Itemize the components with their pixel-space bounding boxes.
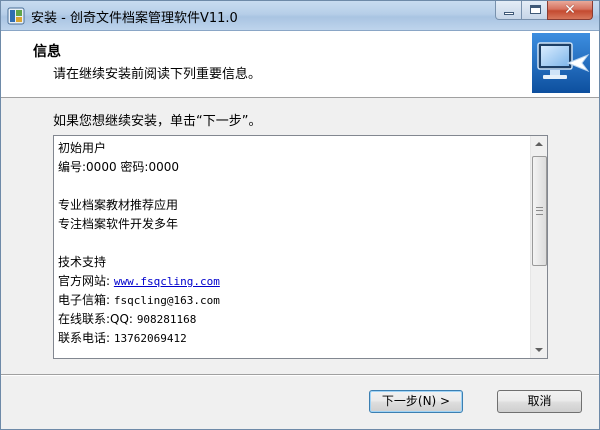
page-title: 信息 <box>33 44 61 60</box>
website-line: 官方网站: www.fsqcling.com <box>58 272 528 291</box>
contact-value: 908281168 <box>136 313 197 326</box>
website-link[interactable]: www.fsqcling.com <box>114 275 220 288</box>
footer-divider <box>1 374 599 376</box>
maximize-icon <box>530 5 541 14</box>
window-controls: ✕ <box>495 1 593 21</box>
maximize-button[interactable] <box>521 1 548 20</box>
installer-window: 安装 - 创奇文件档案管理软件V11.0 ✕ 信息 请在继续安装前阅读下列重要信… <box>0 0 600 430</box>
info-line: 技术支持 <box>58 255 107 269</box>
phone-label: 联系电话: <box>58 331 111 345</box>
window-title: 安装 - 创奇文件档案管理软件V11.0 <box>31 11 238 26</box>
email-value: fsqcling@163.com <box>113 294 220 307</box>
minimize-icon <box>504 12 514 15</box>
computer-setup-icon <box>532 33 590 93</box>
email-line: 电子信箱: fsqcling@163.com <box>58 291 528 310</box>
contact-label: 在线联系:QQ: <box>58 312 133 326</box>
installer-app-icon <box>7 7 25 25</box>
instruction-text: 如果您想继续安装，单击“下一步”。 <box>53 114 262 129</box>
minimize-button[interactable] <box>495 1 522 20</box>
phone-value: 13762069412 <box>113 332 187 345</box>
info-line: 专注档案软件开发多年 <box>58 217 179 231</box>
scroll-up-icon[interactable] <box>531 136 547 153</box>
next-button[interactable]: 下一步(N) > <box>369 390 463 413</box>
close-icon: ✕ <box>564 2 576 18</box>
info-line <box>58 234 528 253</box>
website-label: 官方网站: <box>58 274 111 288</box>
scroll-down-icon[interactable] <box>531 341 547 358</box>
page-subtitle: 请在继续安装前阅读下列重要信息。 <box>53 67 262 82</box>
wizard-header: 信息 请在继续安装前阅读下列重要信息。 <box>1 31 599 98</box>
close-button[interactable]: ✕ <box>547 1 593 20</box>
info-line: 初始用户 <box>58 141 107 155</box>
info-memo[interactable]: 初始用户 编号:0000 密码:0000 专业档案教材推荐应用 专注档案软件开发… <box>53 135 548 359</box>
info-line: 专业档案教材推荐应用 <box>58 198 179 212</box>
vertical-scrollbar[interactable] <box>530 136 547 358</box>
title-bar[interactable]: 安装 - 创奇文件档案管理软件V11.0 ✕ <box>1 1 599 31</box>
cancel-button[interactable]: 取消 <box>497 390 582 413</box>
info-line: 编号:0000 密码:0000 <box>58 160 179 174</box>
email-label: 电子信箱: <box>58 293 111 307</box>
info-line <box>58 177 528 196</box>
info-text-area: 初始用户 编号:0000 密码:0000 专业档案教材推荐应用 专注档案软件开发… <box>58 139 528 357</box>
contact-line: 在线联系:QQ: 908281168 <box>58 310 528 329</box>
scroll-grip-icon <box>536 207 543 215</box>
scroll-thumb[interactable] <box>532 156 547 266</box>
phone-line: 联系电话: 13762069412 <box>58 329 528 348</box>
